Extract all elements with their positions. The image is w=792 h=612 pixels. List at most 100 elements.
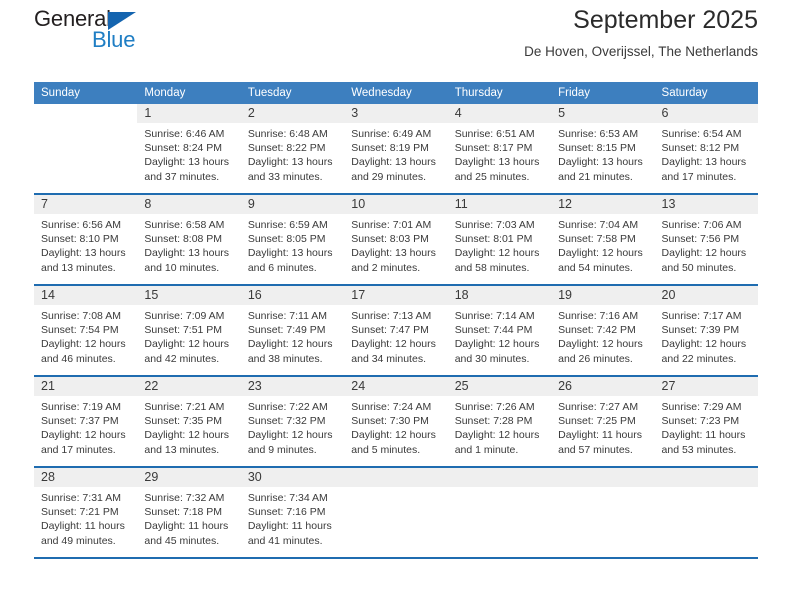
calendar-day-cell[interactable]: 17 Sunrise: 7:13 AM Sunset: 7:47 PM Dayligh… bbox=[344, 286, 448, 375]
calendar-day-cell[interactable]: 10 Sunrise: 7:01 AM Sunset: 8:03 PM Dayligh… bbox=[344, 195, 448, 284]
calendar-day-cell bbox=[654, 468, 758, 557]
weekday-header-saturday: Saturday bbox=[654, 82, 758, 104]
day-cell-inner: 8 Sunrise: 6:58 AM Sunset: 8:08 PM Daylight… bbox=[137, 195, 241, 284]
day-cell-inner bbox=[34, 104, 137, 193]
calendar-day-cell[interactable]: 30 Sunrise: 7:34 AM Sunset: 7:16 PM Dayligh… bbox=[240, 468, 345, 557]
daylight-text-line1: Daylight: 13 hours bbox=[247, 156, 333, 169]
calendar-day-cell[interactable]: 14 Sunrise: 7:08 AM Sunset: 7:54 PM Dayligh… bbox=[34, 286, 138, 375]
calendar-day-cell[interactable]: 5 Sunrise: 6:53 AM Sunset: 8:15 PM Daylight… bbox=[551, 104, 655, 193]
sunset-text: Sunset: 7:42 PM bbox=[558, 324, 636, 337]
day-cell-inner: 15 Sunrise: 7:09 AM Sunset: 7:51 PM Dayligh… bbox=[137, 286, 241, 375]
daylight-text-line2: and 6 minutes. bbox=[247, 261, 317, 274]
calendar-day-cell[interactable]: 20 Sunrise: 7:17 AM Sunset: 7:39 PM Dayligh… bbox=[654, 286, 758, 375]
calendar-day-cell bbox=[551, 468, 655, 557]
daylight-text-line1: Daylight: 13 hours bbox=[247, 247, 333, 260]
calendar-day-cell[interactable]: 24 Sunrise: 7:24 AM Sunset: 7:30 PM Dayligh… bbox=[344, 377, 448, 466]
calendar-day-cell[interactable]: 21 Sunrise: 7:19 AM Sunset: 7:37 PM Dayligh… bbox=[34, 377, 138, 466]
sunset-text: Sunset: 7:54 PM bbox=[41, 324, 119, 337]
day-number bbox=[447, 468, 552, 487]
day-number: 14 bbox=[34, 286, 138, 305]
calendar-day-cell[interactable]: 13 Sunrise: 7:06 AM Sunset: 7:56 PM Dayligh… bbox=[654, 195, 758, 284]
daylight-text-line2: and 58 minutes. bbox=[454, 261, 530, 274]
daylight-text-line1: Daylight: 13 hours bbox=[144, 247, 230, 260]
day-number bbox=[551, 468, 655, 487]
calendar-day-cell[interactable]: 8 Sunrise: 6:58 AM Sunset: 8:08 PM Daylight… bbox=[137, 195, 241, 284]
day-number: 6 bbox=[654, 104, 758, 123]
sunset-text: Sunset: 7:37 PM bbox=[41, 415, 119, 428]
day-cell-inner: 26 Sunrise: 7:27 AM Sunset: 7:25 PM Dayligh… bbox=[551, 377, 655, 466]
sunrise-text: Sunrise: 7:21 AM bbox=[144, 401, 225, 413]
sunset-text: Sunset: 7:58 PM bbox=[558, 233, 636, 246]
weekday-header-sunday: Sunday bbox=[34, 82, 138, 104]
day-details: Sunrise: 7:09 AM Sunset: 7:51 PM Daylight:… bbox=[137, 305, 240, 366]
calendar-day-cell[interactable]: 6 Sunrise: 6:54 AM Sunset: 8:12 PM Daylight… bbox=[654, 104, 758, 193]
sunrise-text: Sunrise: 7:14 AM bbox=[454, 310, 535, 322]
calendar-day-cell[interactable]: 9 Sunrise: 6:59 AM Sunset: 8:05 PM Daylight… bbox=[240, 195, 345, 284]
calendar-day-cell[interactable]: 7 Sunrise: 6:56 AM Sunset: 8:10 PM Daylight… bbox=[34, 195, 138, 284]
day-details: Sunrise: 7:14 AM Sunset: 7:44 PM Daylight:… bbox=[448, 305, 551, 366]
daylight-text-line2: and 50 minutes. bbox=[661, 261, 737, 274]
day-details: Sunrise: 7:24 AM Sunset: 7:30 PM Daylight:… bbox=[344, 396, 447, 457]
day-details: Sunrise: 7:27 AM Sunset: 7:25 PM Daylight:… bbox=[551, 396, 654, 457]
day-cell-inner bbox=[551, 468, 655, 557]
week-separator-line bbox=[34, 557, 758, 559]
weekday-header-wednesday: Wednesday bbox=[344, 82, 448, 104]
calendar-day-cell[interactable]: 22 Sunrise: 7:21 AM Sunset: 7:35 PM Dayligh… bbox=[137, 377, 241, 466]
daylight-text-line1: Daylight: 11 hours bbox=[247, 520, 332, 533]
calendar-day-cell bbox=[34, 104, 137, 193]
calendar-day-cell[interactable]: 15 Sunrise: 7:09 AM Sunset: 7:51 PM Dayligh… bbox=[137, 286, 241, 375]
day-number: 7 bbox=[34, 195, 138, 214]
day-number: 27 bbox=[654, 377, 758, 396]
sunrise-text: Sunrise: 7:06 AM bbox=[661, 219, 742, 231]
weekday-header-thursday: Thursday bbox=[447, 82, 552, 104]
calendar-day-cell[interactable]: 19 Sunrise: 7:16 AM Sunset: 7:42 PM Dayligh… bbox=[551, 286, 655, 375]
sunset-text: Sunset: 7:35 PM bbox=[144, 415, 223, 428]
sunset-text: Sunset: 8:19 PM bbox=[351, 142, 429, 155]
calendar-day-cell[interactable]: 1 Sunrise: 6:46 AM Sunset: 8:24 PM Daylight… bbox=[137, 104, 241, 193]
day-number bbox=[344, 468, 448, 487]
calendar-day-cell[interactable]: 2 Sunrise: 6:48 AM Sunset: 8:22 PM Daylight… bbox=[240, 104, 345, 193]
daylight-text-line1: Daylight: 12 hours bbox=[247, 429, 333, 442]
sunrise-text: Sunrise: 7:26 AM bbox=[454, 401, 535, 413]
calendar-day-cell[interactable]: 12 Sunrise: 7:04 AM Sunset: 7:58 PM Dayligh… bbox=[551, 195, 655, 284]
day-details: Sunrise: 6:56 AM Sunset: 8:10 PM Daylight:… bbox=[34, 214, 137, 275]
day-cell-inner: 17 Sunrise: 7:13 AM Sunset: 7:47 PM Dayligh… bbox=[344, 286, 448, 375]
calendar-day-cell[interactable]: 29 Sunrise: 7:32 AM Sunset: 7:18 PM Dayligh… bbox=[137, 468, 241, 557]
sunset-text: Sunset: 7:28 PM bbox=[454, 415, 533, 428]
daylight-text-line1: Daylight: 12 hours bbox=[661, 338, 747, 351]
calendar-grid: Sunday Monday Tuesday Wednesday Thursday… bbox=[34, 82, 758, 559]
calendar-day-cell[interactable]: 4 Sunrise: 6:51 AM Sunset: 8:17 PM Daylight… bbox=[447, 104, 552, 193]
day-details: Sunrise: 7:03 AM Sunset: 8:01 PM Daylight:… bbox=[448, 214, 551, 275]
calendar-day-cell[interactable]: 27 Sunrise: 7:29 AM Sunset: 7:23 PM Dayligh… bbox=[654, 377, 758, 466]
page-title: September 2025 bbox=[573, 6, 758, 34]
daylight-text-line1: Daylight: 13 hours bbox=[144, 156, 230, 169]
day-details: Sunrise: 7:22 AM Sunset: 7:32 PM Daylight:… bbox=[241, 396, 344, 457]
daylight-text-line1: Daylight: 12 hours bbox=[351, 429, 436, 442]
calendar-day-cell[interactable]: 3 Sunrise: 6:49 AM Sunset: 8:19 PM Daylight… bbox=[344, 104, 448, 193]
calendar-day-cell[interactable]: 25 Sunrise: 7:26 AM Sunset: 7:28 PM Dayligh… bbox=[447, 377, 552, 466]
day-number: 21 bbox=[34, 377, 138, 396]
calendar-day-cell[interactable]: 16 Sunrise: 7:11 AM Sunset: 7:49 PM Dayligh… bbox=[240, 286, 345, 375]
calendar-day-cell[interactable]: 26 Sunrise: 7:27 AM Sunset: 7:25 PM Dayligh… bbox=[551, 377, 655, 466]
day-cell-inner bbox=[344, 468, 448, 557]
sunset-text: Sunset: 8:12 PM bbox=[661, 142, 740, 155]
daylight-text-line2: and 42 minutes. bbox=[144, 352, 220, 365]
daylight-text-line1: Daylight: 13 hours bbox=[41, 247, 126, 260]
calendar-day-cell[interactable]: 18 Sunrise: 7:14 AM Sunset: 7:44 PM Dayligh… bbox=[447, 286, 552, 375]
daylight-text-line1: Daylight: 13 hours bbox=[351, 156, 436, 169]
sunset-text: Sunset: 8:01 PM bbox=[454, 233, 533, 246]
daylight-text-line2: and 38 minutes. bbox=[247, 352, 323, 365]
daylight-text-line2: and 22 minutes. bbox=[661, 352, 737, 365]
day-cell-inner: 12 Sunrise: 7:04 AM Sunset: 7:58 PM Dayligh… bbox=[551, 195, 655, 284]
daylight-text-line2: and 5 minutes. bbox=[351, 443, 421, 456]
day-cell-inner bbox=[447, 468, 552, 557]
calendar-day-cell[interactable]: 11 Sunrise: 7:03 AM Sunset: 8:01 PM Dayligh… bbox=[447, 195, 552, 284]
calendar-week-row: 28 Sunrise: 7:31 AM Sunset: 7:21 PM Dayligh… bbox=[34, 468, 758, 557]
daylight-text-line1: Daylight: 12 hours bbox=[661, 247, 747, 260]
calendar-day-cell[interactable]: 23 Sunrise: 7:22 AM Sunset: 7:32 PM Dayligh… bbox=[240, 377, 345, 466]
day-cell-inner: 4 Sunrise: 6:51 AM Sunset: 8:17 PM Daylight… bbox=[447, 104, 552, 193]
sunrise-text: Sunrise: 7:09 AM bbox=[144, 310, 225, 322]
calendar-day-cell[interactable]: 28 Sunrise: 7:31 AM Sunset: 7:21 PM Dayligh… bbox=[34, 468, 138, 557]
day-cell-inner: 16 Sunrise: 7:11 AM Sunset: 7:49 PM Dayligh… bbox=[240, 286, 345, 375]
calendar-day-cell bbox=[447, 468, 552, 557]
